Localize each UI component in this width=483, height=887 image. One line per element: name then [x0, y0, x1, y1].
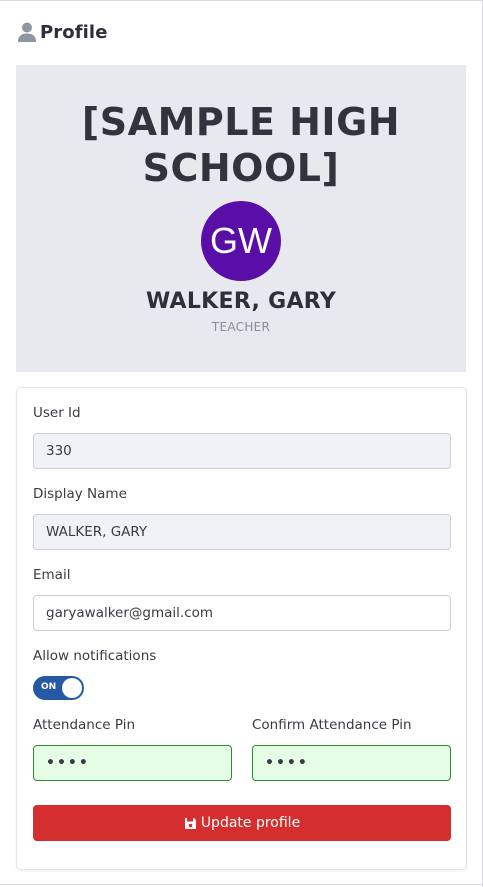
notifications-label: Allow notifications: [33, 648, 157, 664]
display-name-label: Display Name: [33, 486, 127, 502]
user-role: TEACHER: [211, 320, 271, 334]
profile-form-card: User Id 330 Display Name WALKER, GARY Em…: [16, 387, 467, 870]
attendance-pin-label: Attendance Pin: [33, 717, 136, 733]
display-name-field[interactable]: WALKER, GARY: [33, 514, 451, 550]
toggle-knob: [62, 678, 82, 698]
user-icon: [16, 21, 38, 43]
notifications-toggle[interactable]: ON: [33, 676, 84, 700]
email-field[interactable]: garyawalker@gmail.com: [33, 595, 451, 631]
attendance-pin-field[interactable]: ••••: [33, 745, 232, 781]
toggle-state-label: ON: [41, 682, 57, 692]
school-name: [SAMPLE HIGH SCHOOL]: [81, 100, 401, 190]
confirm-pin-label: Confirm Attendance Pin: [252, 717, 412, 733]
user-name: WALKER, GARY: [145, 289, 337, 314]
page-header: Profile: [16, 18, 108, 46]
top-divider: [0, 0, 483, 1]
user-id-field[interactable]: 330: [33, 433, 451, 469]
confirm-pin-field[interactable]: ••••: [252, 745, 451, 781]
floppy-disk-icon: [184, 817, 197, 830]
update-profile-label: Update profile: [200, 815, 301, 831]
bottom-divider: [0, 884, 483, 885]
profile-banner: [SAMPLE HIGH SCHOOL] GW WALKER, GARY TEA…: [16, 65, 466, 372]
avatar: GW: [201, 201, 281, 281]
page-title: Profile: [40, 21, 108, 43]
user-id-label: User Id: [33, 405, 81, 421]
update-profile-button[interactable]: Update profile: [33, 805, 451, 841]
email-label: Email: [33, 567, 71, 583]
